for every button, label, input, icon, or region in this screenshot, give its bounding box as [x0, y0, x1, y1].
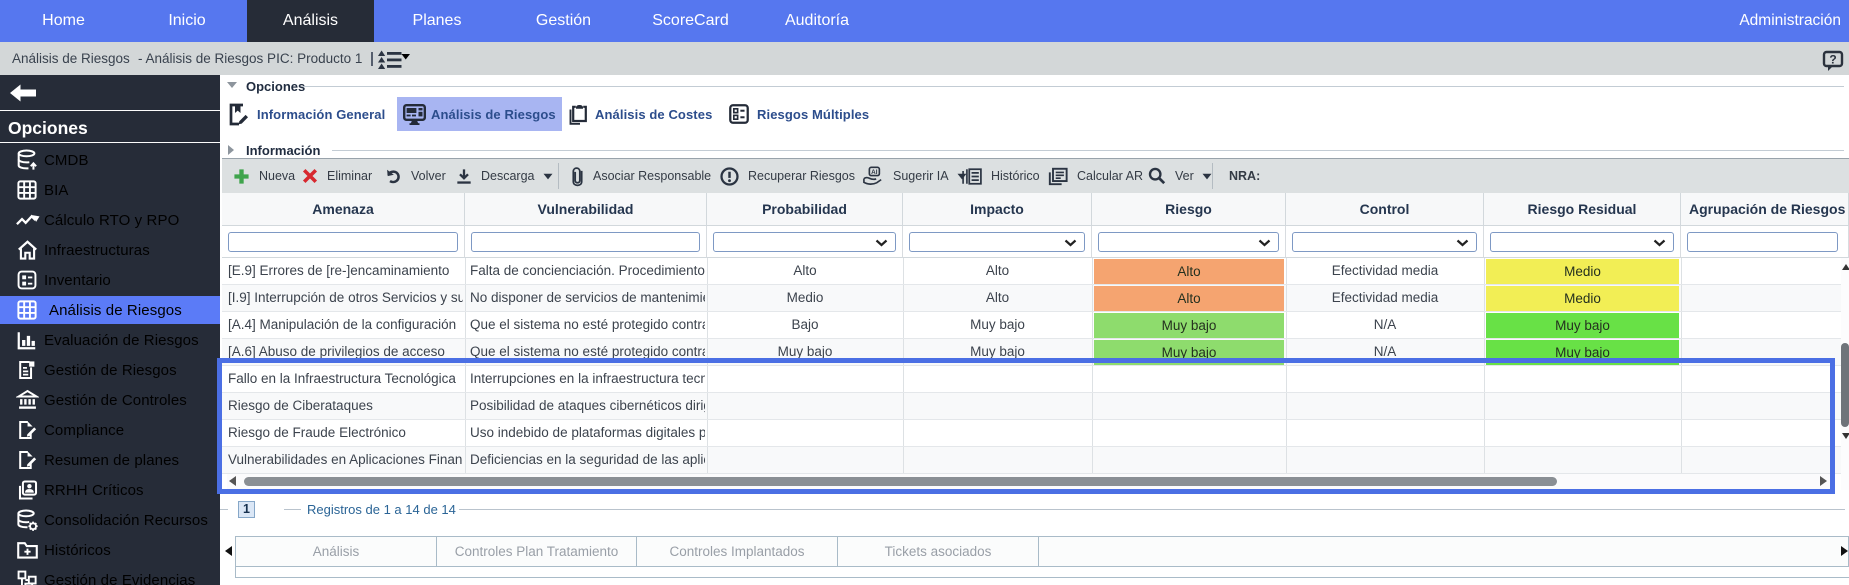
svg-text:?: ?: [1829, 53, 1836, 67]
svg-text:AI: AI: [871, 169, 878, 176]
